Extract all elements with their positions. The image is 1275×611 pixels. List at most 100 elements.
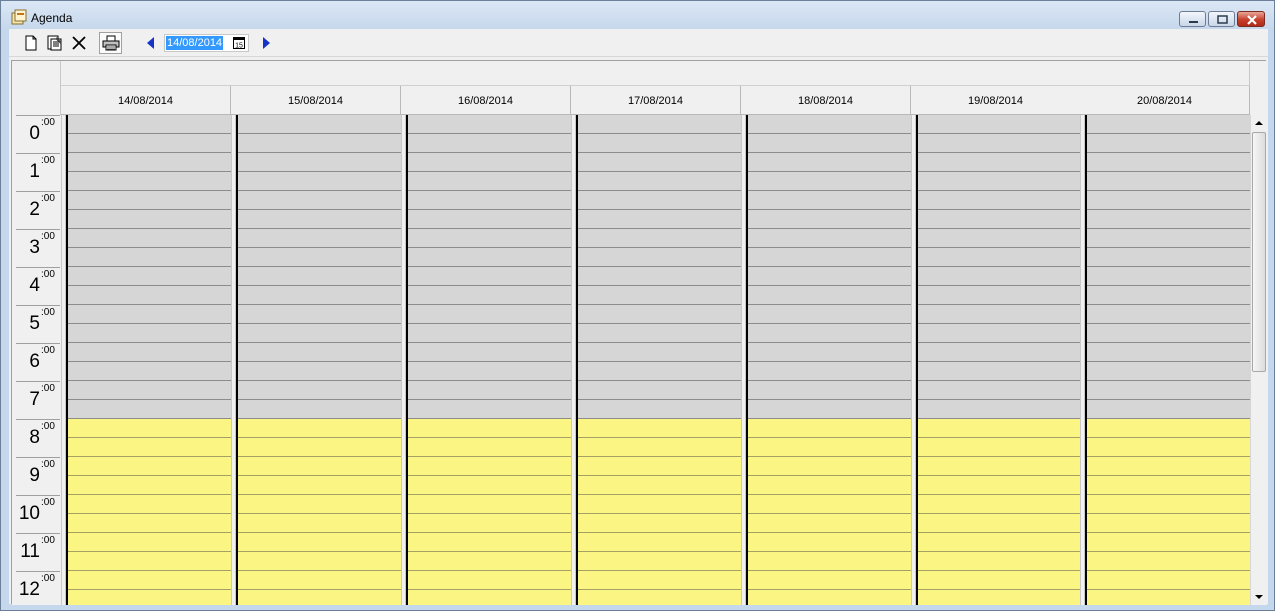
day-header[interactable]: 17/08/2014 xyxy=(571,86,741,115)
day-header[interactable]: 14/08/2014 xyxy=(61,86,231,115)
off-hours-block[interactable] xyxy=(68,115,231,419)
day-header[interactable]: 20/08/2014 xyxy=(1080,86,1250,115)
title-bar[interactable]: Agenda xyxy=(1,1,1274,29)
off-hours-block[interactable] xyxy=(238,115,401,419)
working-hours-block[interactable] xyxy=(748,419,911,605)
delete-icon xyxy=(71,36,86,50)
header-scroll-spacer xyxy=(1250,61,1267,115)
scroll-up-button[interactable] xyxy=(1251,115,1267,131)
hour-divider xyxy=(16,343,60,344)
scroll-up-icon xyxy=(1255,121,1263,125)
hour-minutes: :00 xyxy=(41,573,55,584)
hour-divider xyxy=(16,419,60,420)
previous-arrow-icon xyxy=(146,37,154,49)
hour-minutes: :00 xyxy=(41,535,55,546)
hour-minutes: :00 xyxy=(41,269,55,280)
hour-divider xyxy=(16,495,60,496)
hour-label: 7:00 xyxy=(16,381,60,419)
working-hours-block[interactable] xyxy=(238,419,401,605)
agenda-view: 14/08/2014 15/08/2014 16/08/2014 17/08/2014… xyxy=(11,60,1267,605)
hour-number: 5 xyxy=(29,313,40,334)
day-column[interactable] xyxy=(916,115,1081,605)
hour-label: 9:00 xyxy=(16,457,60,495)
hour-minutes: :00 xyxy=(41,345,55,356)
hour-divider xyxy=(16,191,60,192)
edit-button[interactable] xyxy=(43,32,66,54)
hour-label: 3:00 xyxy=(16,229,60,267)
agenda-app-icon xyxy=(11,9,27,25)
hour-label: 4:00 xyxy=(16,267,60,305)
hour-number: 8 xyxy=(29,427,40,448)
minimize-icon xyxy=(1189,21,1198,23)
agenda-window: Agenda 14/08/2014 15 14/08/2014 15/08/20… xyxy=(0,0,1275,611)
working-hours-block[interactable] xyxy=(578,419,741,605)
hour-number: 2 xyxy=(29,199,40,220)
next-day-button[interactable] xyxy=(254,32,277,54)
hour-divider xyxy=(16,153,60,154)
day-column[interactable] xyxy=(406,115,571,605)
print-button[interactable] xyxy=(99,32,122,54)
hour-divider xyxy=(16,305,60,306)
hour-divider xyxy=(16,571,60,572)
toolbar: 14/08/2014 15 xyxy=(9,29,1268,57)
off-hours-block[interactable] xyxy=(1087,115,1250,419)
off-hours-block[interactable] xyxy=(578,115,741,419)
day-column[interactable] xyxy=(236,115,401,605)
hour-number: 10 xyxy=(18,503,40,524)
day-column[interactable] xyxy=(66,115,231,605)
hour-label: 2:00 xyxy=(16,191,60,229)
new-button[interactable] xyxy=(19,32,42,54)
hour-ruler: 0:00 1:00 2:00 3:00 4:00 5:00 6:00 7:00 8:00 9:00… xyxy=(12,115,61,605)
hour-divider xyxy=(16,267,60,268)
working-hours-block[interactable] xyxy=(68,419,231,605)
minimize-button[interactable] xyxy=(1179,11,1206,27)
all-day-band[interactable] xyxy=(61,61,1250,86)
off-hours-block[interactable] xyxy=(408,115,571,419)
scroll-down-icon xyxy=(1255,595,1263,599)
restore-button[interactable] xyxy=(1208,11,1235,27)
hour-number: 11 xyxy=(20,541,40,562)
hour-minutes: :00 xyxy=(41,459,55,470)
day-column[interactable] xyxy=(576,115,741,605)
date-value[interactable]: 14/08/2014 xyxy=(166,36,224,50)
close-button[interactable] xyxy=(1237,11,1265,27)
day-header[interactable]: 15/08/2014 xyxy=(231,86,401,115)
working-hours-block[interactable] xyxy=(1087,419,1250,605)
hour-label: 11:00 xyxy=(16,533,60,571)
time-grid xyxy=(61,115,1250,605)
edit-document-icon xyxy=(47,35,62,51)
hour-label: 8:00 xyxy=(16,419,60,457)
off-hours-block[interactable] xyxy=(748,115,911,419)
hour-number: 1 xyxy=(29,161,40,182)
scroll-down-button[interactable] xyxy=(1251,589,1267,605)
hour-number: 12 xyxy=(18,579,40,600)
date-picker[interactable]: 14/08/2014 15 xyxy=(164,34,249,52)
hour-minutes: :00 xyxy=(41,117,55,128)
delete-button[interactable] xyxy=(67,32,90,54)
day-header[interactable]: 19/08/2014 xyxy=(911,86,1081,115)
hour-minutes: :00 xyxy=(41,193,55,204)
day-column[interactable] xyxy=(1085,115,1250,605)
scroll-thumb[interactable] xyxy=(1252,132,1266,372)
calendar-icon[interactable]: 15 xyxy=(233,37,245,49)
hour-minutes: :00 xyxy=(41,155,55,166)
day-column[interactable] xyxy=(746,115,911,605)
working-hours-block[interactable] xyxy=(918,419,1081,605)
day-header[interactable]: 18/08/2014 xyxy=(741,86,911,115)
header-corner xyxy=(12,61,61,115)
off-hours-block[interactable] xyxy=(918,115,1081,419)
vertical-scrollbar[interactable] xyxy=(1250,115,1267,605)
hour-label: 10:00 xyxy=(16,495,60,533)
new-document-icon xyxy=(25,35,36,51)
hour-label: 6:00 xyxy=(16,343,60,381)
day-header[interactable]: 16/08/2014 xyxy=(401,86,571,115)
previous-day-button[interactable] xyxy=(139,32,162,54)
restore-icon xyxy=(1217,15,1228,24)
print-icon xyxy=(102,35,119,51)
hour-number: 3 xyxy=(29,237,40,258)
working-hours-block[interactable] xyxy=(408,419,571,605)
hour-minutes: :00 xyxy=(41,307,55,318)
hour-label: 5:00 xyxy=(16,305,60,343)
hour-minutes: :00 xyxy=(41,497,55,508)
hour-minutes: :00 xyxy=(41,231,55,242)
